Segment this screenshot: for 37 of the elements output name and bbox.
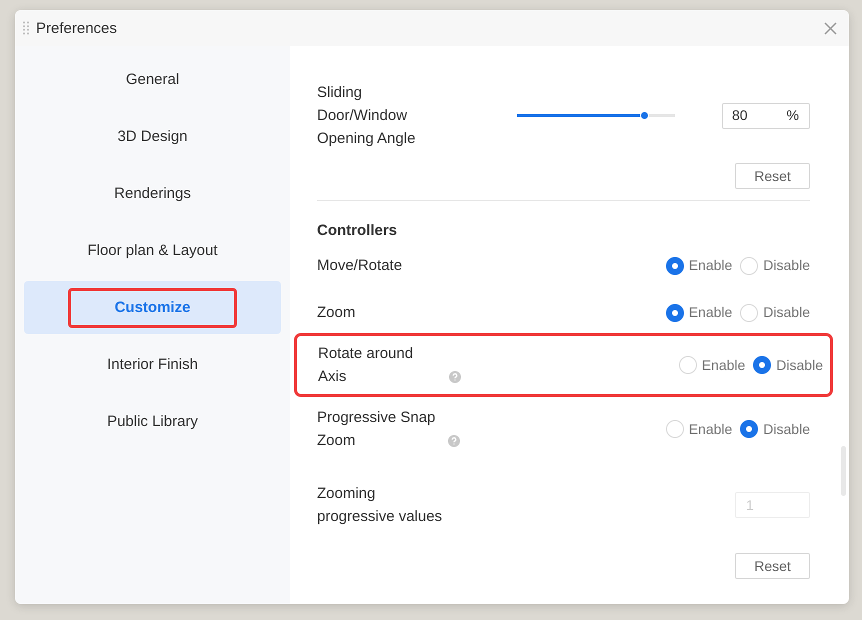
section-heading: Controllers (317, 221, 398, 241)
radio-label: Disable (763, 420, 810, 438)
slider-track[interactable] (517, 114, 675, 117)
radio-button[interactable] (666, 304, 684, 322)
radio-label: Enable (688, 303, 732, 322)
sidebar-item[interactable]: 3D Design (24, 110, 281, 163)
setting-label: Progressive Snap Zoom (317, 408, 436, 451)
help-icon[interactable] (449, 371, 461, 383)
radio-label: Enable (702, 356, 746, 374)
unit-label: % (786, 106, 799, 125)
radio-button[interactable] (740, 420, 758, 438)
slider-thumb[interactable] (640, 111, 649, 120)
setting-label: Zooming progressive values (317, 484, 444, 527)
window-title: Preferences (36, 20, 118, 36)
setting-label: Rotate around Axis (318, 344, 414, 387)
sidebar-item[interactable]: Public Library (24, 395, 281, 448)
sidebar-item[interactable]: General (24, 53, 281, 106)
sidebar-item[interactable]: Customize (24, 281, 281, 334)
radio-button[interactable] (666, 256, 684, 274)
close-icon[interactable] (824, 22, 837, 34)
radio-button[interactable] (753, 356, 772, 374)
help-icon[interactable] (448, 435, 460, 447)
radio-label: Disable (776, 356, 823, 374)
drag-handle-icon[interactable] (23, 21, 29, 35)
radio-label: Enable (688, 256, 732, 275)
setting-label: Move/Rotate (317, 256, 402, 276)
radio-label: Disable (763, 256, 810, 275)
number-input[interactable]: 80 % (722, 102, 810, 128)
reset-button[interactable]: Reset (735, 553, 810, 579)
sidebar-item[interactable]: Interior Finish (24, 338, 281, 391)
setting-label: Zoom (317, 303, 356, 323)
sidebar-item[interactable]: Floor plan & Layout (24, 224, 281, 277)
setting-label: Sliding Door/Window Opening Angle (317, 83, 416, 149)
sidebar-item[interactable]: Renderings (24, 167, 281, 220)
reset-button[interactable]: Reset (735, 163, 810, 189)
radio-label: Enable (688, 420, 732, 438)
radio-label: Disable (763, 303, 810, 322)
